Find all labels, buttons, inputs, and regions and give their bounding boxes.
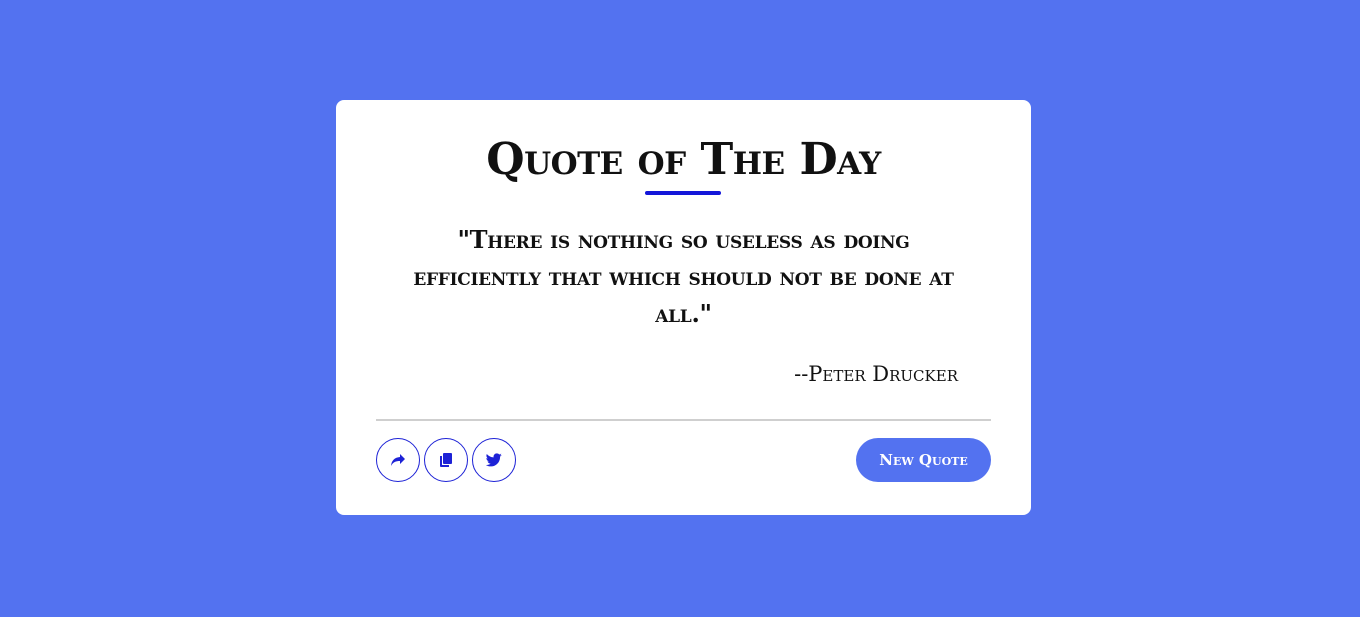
divider: [376, 419, 991, 421]
share-icon: [390, 453, 406, 467]
page-title: Quote of The Day: [486, 134, 881, 185]
twitter-button[interactable]: [472, 438, 516, 482]
title-underline: [645, 191, 721, 195]
copy-button[interactable]: [424, 438, 468, 482]
action-buttons: [376, 438, 516, 482]
quote-author: --Peter Drucker: [794, 362, 958, 386]
quote-card: Quote of The Day "There is nothing so us…: [336, 100, 1031, 515]
twitter-icon: [486, 453, 502, 467]
share-button[interactable]: [376, 438, 420, 482]
copy-icon: [439, 452, 453, 468]
new-quote-button[interactable]: New Quote: [856, 438, 991, 482]
quote-text: "There is nothing so useless as doing ef…: [413, 225, 954, 328]
